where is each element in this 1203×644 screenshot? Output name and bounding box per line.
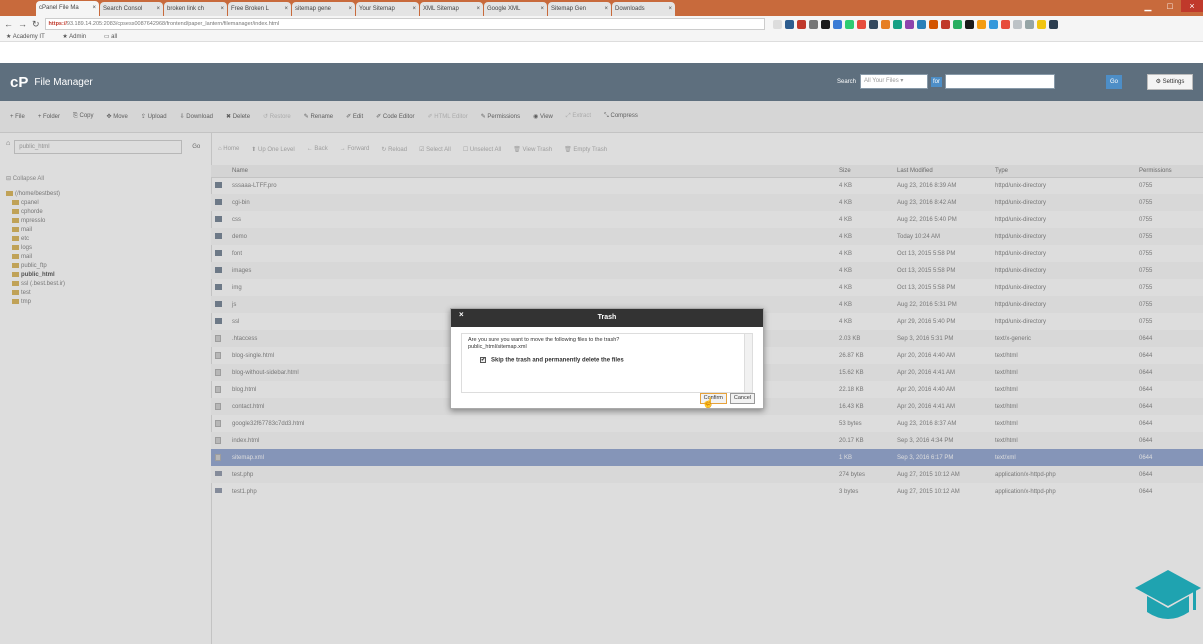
dialog-file-path: public_html/sitemap.xml (468, 344, 527, 350)
search-scope-select[interactable]: All Your Files ▾ (860, 74, 929, 89)
skip-trash-label: Skip the trash and permanently delete th… (491, 357, 624, 364)
extension-icon[interactable] (808, 19, 818, 29)
tab-close-icon[interactable]: × (540, 2, 544, 16)
trash-dialog: × Trash Are you sure you want to move th… (450, 308, 764, 409)
browser-tab[interactable]: Google XML × (484, 2, 547, 16)
cancel-button[interactable]: Cancel (729, 393, 755, 404)
bookmarks-bar: ★ Academy IT ★ Admin ▭ all (0, 32, 1203, 42)
extension-icon[interactable] (820, 19, 830, 29)
url-text: 93.189.14.205:2083/cpsess0087642968/fron… (66, 21, 280, 27)
browser-tab[interactable]: Search Consol × (100, 2, 163, 16)
bookmark-label: Academy IT (12, 34, 45, 40)
tab-label: sitemap gene (295, 6, 332, 12)
browser-tab[interactable]: Free Broken L × (228, 2, 291, 16)
tab-label: Search Consol (103, 6, 143, 12)
search-area: Search All Your Files ▾ for (837, 74, 1056, 89)
dialog-scrollbar[interactable] (744, 334, 752, 392)
extension-icon[interactable] (796, 19, 806, 29)
bookmark-academy-it[interactable]: ★ Academy IT (6, 34, 53, 40)
search-go-button[interactable]: Go (1106, 75, 1122, 89)
tab-label: broken link ch (167, 6, 205, 12)
tab-label: Sitemap Gen (551, 6, 587, 12)
browser-tab[interactable]: cPanel File Ma × (36, 1, 99, 16)
extension-icon[interactable] (868, 19, 878, 29)
bookmark-label: all (111, 34, 118, 40)
extension-icon[interactable] (940, 19, 950, 29)
extension-icon[interactable] (916, 19, 926, 29)
tab-label: Your Sitemap (359, 6, 395, 12)
tab-close-icon[interactable]: × (92, 1, 96, 15)
tab-close-icon[interactable]: × (476, 2, 480, 16)
extension-icon[interactable] (964, 19, 974, 29)
browser-tab[interactable]: Downloads × (612, 2, 675, 16)
forward-arrow-icon[interactable]: → (18, 19, 27, 29)
extension-icon[interactable] (784, 19, 794, 29)
browser-tab[interactable]: Your Sitemap × (356, 2, 419, 16)
maximize-button[interactable]: □ (1159, 0, 1181, 12)
back-arrow-icon[interactable]: ← (4, 19, 13, 29)
browser-tab-strip: cPanel File Ma × Search Consol × broken link… (0, 0, 1203, 16)
extension-icon[interactable] (988, 19, 998, 29)
url-scheme: https:// (48, 21, 67, 27)
tab-close-icon[interactable]: × (604, 2, 608, 16)
hand-cursor-icon: ☝ (702, 398, 715, 409)
window-controls: ▁ □ × (1137, 0, 1203, 14)
extension-icon[interactable] (880, 19, 890, 29)
dialog-title: Trash (597, 314, 617, 321)
extension-icon[interactable] (904, 19, 914, 29)
bookmark-label: Admin (69, 34, 87, 40)
bookmark-all[interactable]: ▭ all (104, 34, 125, 40)
search-label: Search (837, 78, 857, 85)
tab-label: Downloads (615, 6, 645, 12)
extension-icon[interactable] (856, 19, 866, 29)
extension-icon[interactable] (1036, 19, 1046, 29)
tab-close-icon[interactable]: × (220, 2, 224, 16)
tab-close-icon[interactable]: × (412, 2, 416, 16)
dialog-close-icon[interactable]: × (459, 306, 464, 324)
bookmark-admin[interactable]: ★ Admin (62, 34, 94, 40)
extension-icon[interactable] (1012, 19, 1022, 29)
reload-icon[interactable]: ↻ (32, 19, 40, 30)
tab-close-icon[interactable]: × (668, 2, 672, 16)
dialog-body: Are you sure you want to move the follow… (461, 333, 753, 393)
skip-trash-option[interactable]: ✔ Skip the trash and permanently delete t… (468, 357, 746, 365)
extension-icon[interactable] (1024, 19, 1034, 29)
tab-close-icon[interactable]: × (348, 2, 352, 16)
minimize-button[interactable]: ▁ (1137, 0, 1159, 12)
settings-button[interactable]: ⚙ Settings (1147, 74, 1193, 90)
browser-tab[interactable]: broken link ch × (164, 2, 227, 16)
for-label: for (931, 76, 943, 87)
extension-icon[interactable] (1000, 19, 1010, 29)
tab-close-icon[interactable]: × (284, 2, 288, 16)
tab-close-icon[interactable]: × (156, 2, 160, 16)
tab-label: cPanel File Ma (39, 5, 79, 11)
star-icon[interactable] (772, 19, 782, 29)
extension-icon[interactable] (844, 19, 854, 29)
extension-icon[interactable] (1048, 19, 1058, 29)
extension-icon[interactable] (976, 19, 986, 29)
browser-tab[interactable]: sitemap gene × (292, 2, 355, 16)
search-input[interactable] (945, 74, 1056, 89)
close-window-button[interactable]: × (1181, 0, 1203, 12)
extension-icon[interactable] (952, 19, 962, 29)
extension-icon[interactable] (832, 19, 842, 29)
tab-label: XML Sitemap (423, 6, 459, 12)
tab-label: Google XML (487, 6, 521, 12)
url-field[interactable]: https://93.189.14.205:2083/cpsess0087642… (44, 18, 765, 30)
address-bar-row: ← → ↻ https://93.189.14.205:2083/cpsess0… (0, 16, 1203, 32)
skip-trash-checkbox[interactable]: ✔ (480, 357, 486, 363)
browser-tab[interactable]: XML Sitemap × (420, 2, 483, 16)
search-scope-value: All Your Files (864, 78, 899, 84)
cpanel-logo[interactable]: cP (10, 74, 28, 91)
extension-icon[interactable] (892, 19, 902, 29)
extension-icons (772, 19, 1058, 29)
tab-label: Free Broken L (231, 6, 270, 12)
academy-logo-watermark (1135, 570, 1201, 619)
dialog-question: Are you sure you want to move the follow… (468, 337, 620, 343)
browser-tab[interactable]: Sitemap Gen × (548, 2, 611, 16)
page-title: File Manager (34, 76, 93, 88)
dialog-header: × Trash (451, 309, 763, 327)
extension-icon[interactable] (928, 19, 938, 29)
cpanel-header: cP File Manager Search All Your Files ▾ … (0, 63, 1203, 101)
